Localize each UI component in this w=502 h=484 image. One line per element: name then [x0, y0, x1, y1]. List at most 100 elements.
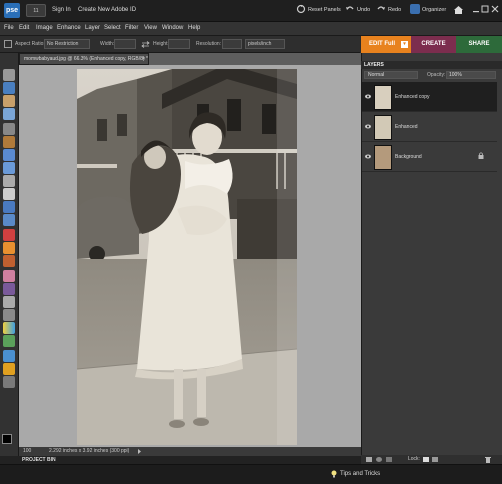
redo-button[interactable]: Redo — [388, 7, 401, 13]
shape-tool-icon[interactable] — [3, 335, 15, 347]
sign-in-link[interactable]: Sign In — [52, 7, 71, 13]
lasso-tool-icon[interactable] — [3, 136, 15, 148]
layer-row-background[interactable]: Background — [362, 142, 497, 172]
layer-thumbnail — [374, 145, 392, 170]
adjustment-layer-icon[interactable] — [376, 457, 382, 462]
menu-help[interactable]: Help — [188, 25, 200, 31]
resolution-input[interactable] — [222, 39, 242, 49]
trash-icon[interactable] — [485, 456, 491, 463]
tab-edit[interactable]: EDIT Full ▾ — [361, 36, 411, 53]
menu-filter[interactable]: Filter — [125, 25, 138, 31]
menu-view[interactable]: View — [144, 25, 157, 31]
chevron-down-icon[interactable]: ▾ — [401, 41, 408, 48]
document-tab[interactable]: momwbabyaud.jpg @ 66.3% (Enhanced copy, … — [19, 53, 149, 65]
visibility-eye-icon[interactable] — [365, 154, 371, 159]
layer-row-enhanced-copy[interactable]: Enhanced copy — [362, 82, 497, 112]
organizer-icon[interactable] — [410, 4, 420, 14]
paint-bucket-tool-icon[interactable] — [3, 309, 15, 321]
visibility-eye-icon[interactable] — [365, 94, 371, 99]
arrow-right-icon[interactable] — [137, 449, 142, 454]
eyedropper-tool-icon[interactable] — [3, 108, 15, 120]
aspect-ratio-label: Aspect Ratio: — [15, 41, 45, 47]
workspace-dropdown[interactable]: 11 — [26, 4, 46, 17]
reset-panels-button[interactable]: Reset Panels — [308, 7, 341, 13]
sponge-tool-icon[interactable] — [3, 363, 15, 375]
type-tool-icon[interactable] — [3, 175, 15, 187]
menu-window[interactable]: Window — [162, 25, 183, 31]
layer-name: Background — [395, 154, 422, 160]
clone-stamp-tool-icon[interactable] — [3, 255, 15, 267]
maximize-icon[interactable] — [481, 5, 489, 13]
layer-thumbnail — [374, 85, 392, 110]
red-eye-tool-icon[interactable] — [3, 229, 15, 241]
tips-and-tricks-link[interactable]: Tips and Tricks — [340, 471, 380, 477]
menu-image[interactable]: Image — [36, 25, 53, 31]
brush-tool-icon[interactable] — [3, 283, 15, 295]
swap-dimensions-icon[interactable] — [141, 41, 150, 48]
photo-canvas[interactable] — [77, 69, 297, 445]
recompose-tool-icon[interactable] — [3, 201, 15, 213]
create-adobe-id-link[interactable]: Create New Adobe ID — [78, 7, 136, 13]
smart-brush-tool-icon[interactable] — [3, 296, 15, 308]
gradient-tool-icon[interactable] — [3, 322, 15, 334]
layer-row-enhanced[interactable]: Enhanced — [362, 112, 497, 142]
new-layer-icon[interactable] — [366, 457, 372, 462]
zoom-tool-icon[interactable] — [3, 82, 15, 94]
magic-wand-tool-icon[interactable] — [3, 149, 15, 161]
cookie-cutter-tool-icon[interactable] — [3, 214, 15, 226]
menu-bar: File Edit Image Enhance Layer Select Fil… — [0, 22, 502, 36]
resolution-label: Resolution: — [196, 41, 222, 47]
tab-create[interactable]: CREATE — [411, 36, 456, 53]
layers-panel-title: LAYERS — [361, 61, 502, 69]
organizer-button[interactable]: Organizer — [422, 7, 446, 13]
toolbox — [0, 53, 19, 464]
quick-selection-tool-icon[interactable] — [3, 162, 15, 174]
lock-transparency-icon[interactable] — [423, 457, 429, 462]
height-label: Height: — [153, 41, 169, 47]
eraser-tool-icon[interactable] — [3, 270, 15, 282]
close-icon[interactable]: × — [142, 54, 145, 65]
healing-brush-tool-icon[interactable] — [3, 242, 15, 254]
redo-icon[interactable] — [376, 4, 386, 14]
tool-options-bar: Aspect Ratio: No Restriction Width: Heig… — [0, 36, 360, 53]
foreground-color-swatch[interactable] — [2, 434, 12, 444]
pencil-tool-icon[interactable] — [3, 376, 15, 388]
resolution-unit-select[interactable]: pixels/inch — [245, 39, 285, 49]
reset-panels-icon[interactable] — [296, 4, 306, 14]
move-tool-icon[interactable] — [3, 69, 15, 81]
tab-share[interactable]: SHARE — [456, 36, 502, 53]
blur-tool-icon[interactable] — [3, 350, 15, 362]
close-icon[interactable] — [491, 5, 499, 13]
menu-select[interactable]: Select — [104, 25, 121, 31]
lock-all-icon[interactable] — [432, 457, 438, 462]
project-bin-label: PROJECT BIN — [22, 457, 56, 463]
aspect-ratio-select[interactable]: No Restriction — [44, 39, 90, 49]
zoom-level[interactable]: 100 — [23, 447, 31, 456]
menu-layer[interactable]: Layer — [85, 25, 100, 31]
lock-label: Lock: — [408, 456, 420, 462]
layer-name: Enhanced copy — [395, 94, 430, 100]
width-label: Width: — [100, 41, 115, 47]
menu-edit[interactable]: Edit — [19, 25, 29, 31]
hand-tool-icon[interactable] — [3, 95, 15, 107]
project-bin-bar[interactable]: PROJECT BIN — [0, 456, 361, 464]
width-input[interactable] — [114, 39, 136, 49]
menu-file[interactable]: File — [4, 25, 14, 31]
blend-mode-select[interactable]: Normal — [364, 71, 418, 79]
opacity-input[interactable]: 100% — [446, 71, 496, 79]
layer-name: Enhanced — [395, 124, 418, 130]
crop-tool-icon[interactable] — [3, 188, 15, 200]
visibility-eye-icon[interactable] — [365, 124, 371, 129]
layers-panel-footer: Lock: — [361, 455, 502, 464]
opacity-label: Opacity: — [427, 72, 446, 78]
undo-button[interactable]: Undo — [357, 7, 370, 13]
app-logo: pse — [4, 3, 20, 18]
height-input[interactable] — [168, 39, 190, 49]
menu-enhance[interactable]: Enhance — [57, 25, 81, 31]
mask-icon[interactable] — [386, 457, 392, 462]
top-bar: pse 11 Sign In Create New Adobe ID Reset… — [0, 0, 502, 22]
home-icon[interactable] — [453, 5, 464, 15]
marquee-tool-icon[interactable] — [3, 123, 15, 135]
undo-icon[interactable] — [345, 4, 355, 14]
minimize-icon[interactable] — [472, 6, 480, 14]
